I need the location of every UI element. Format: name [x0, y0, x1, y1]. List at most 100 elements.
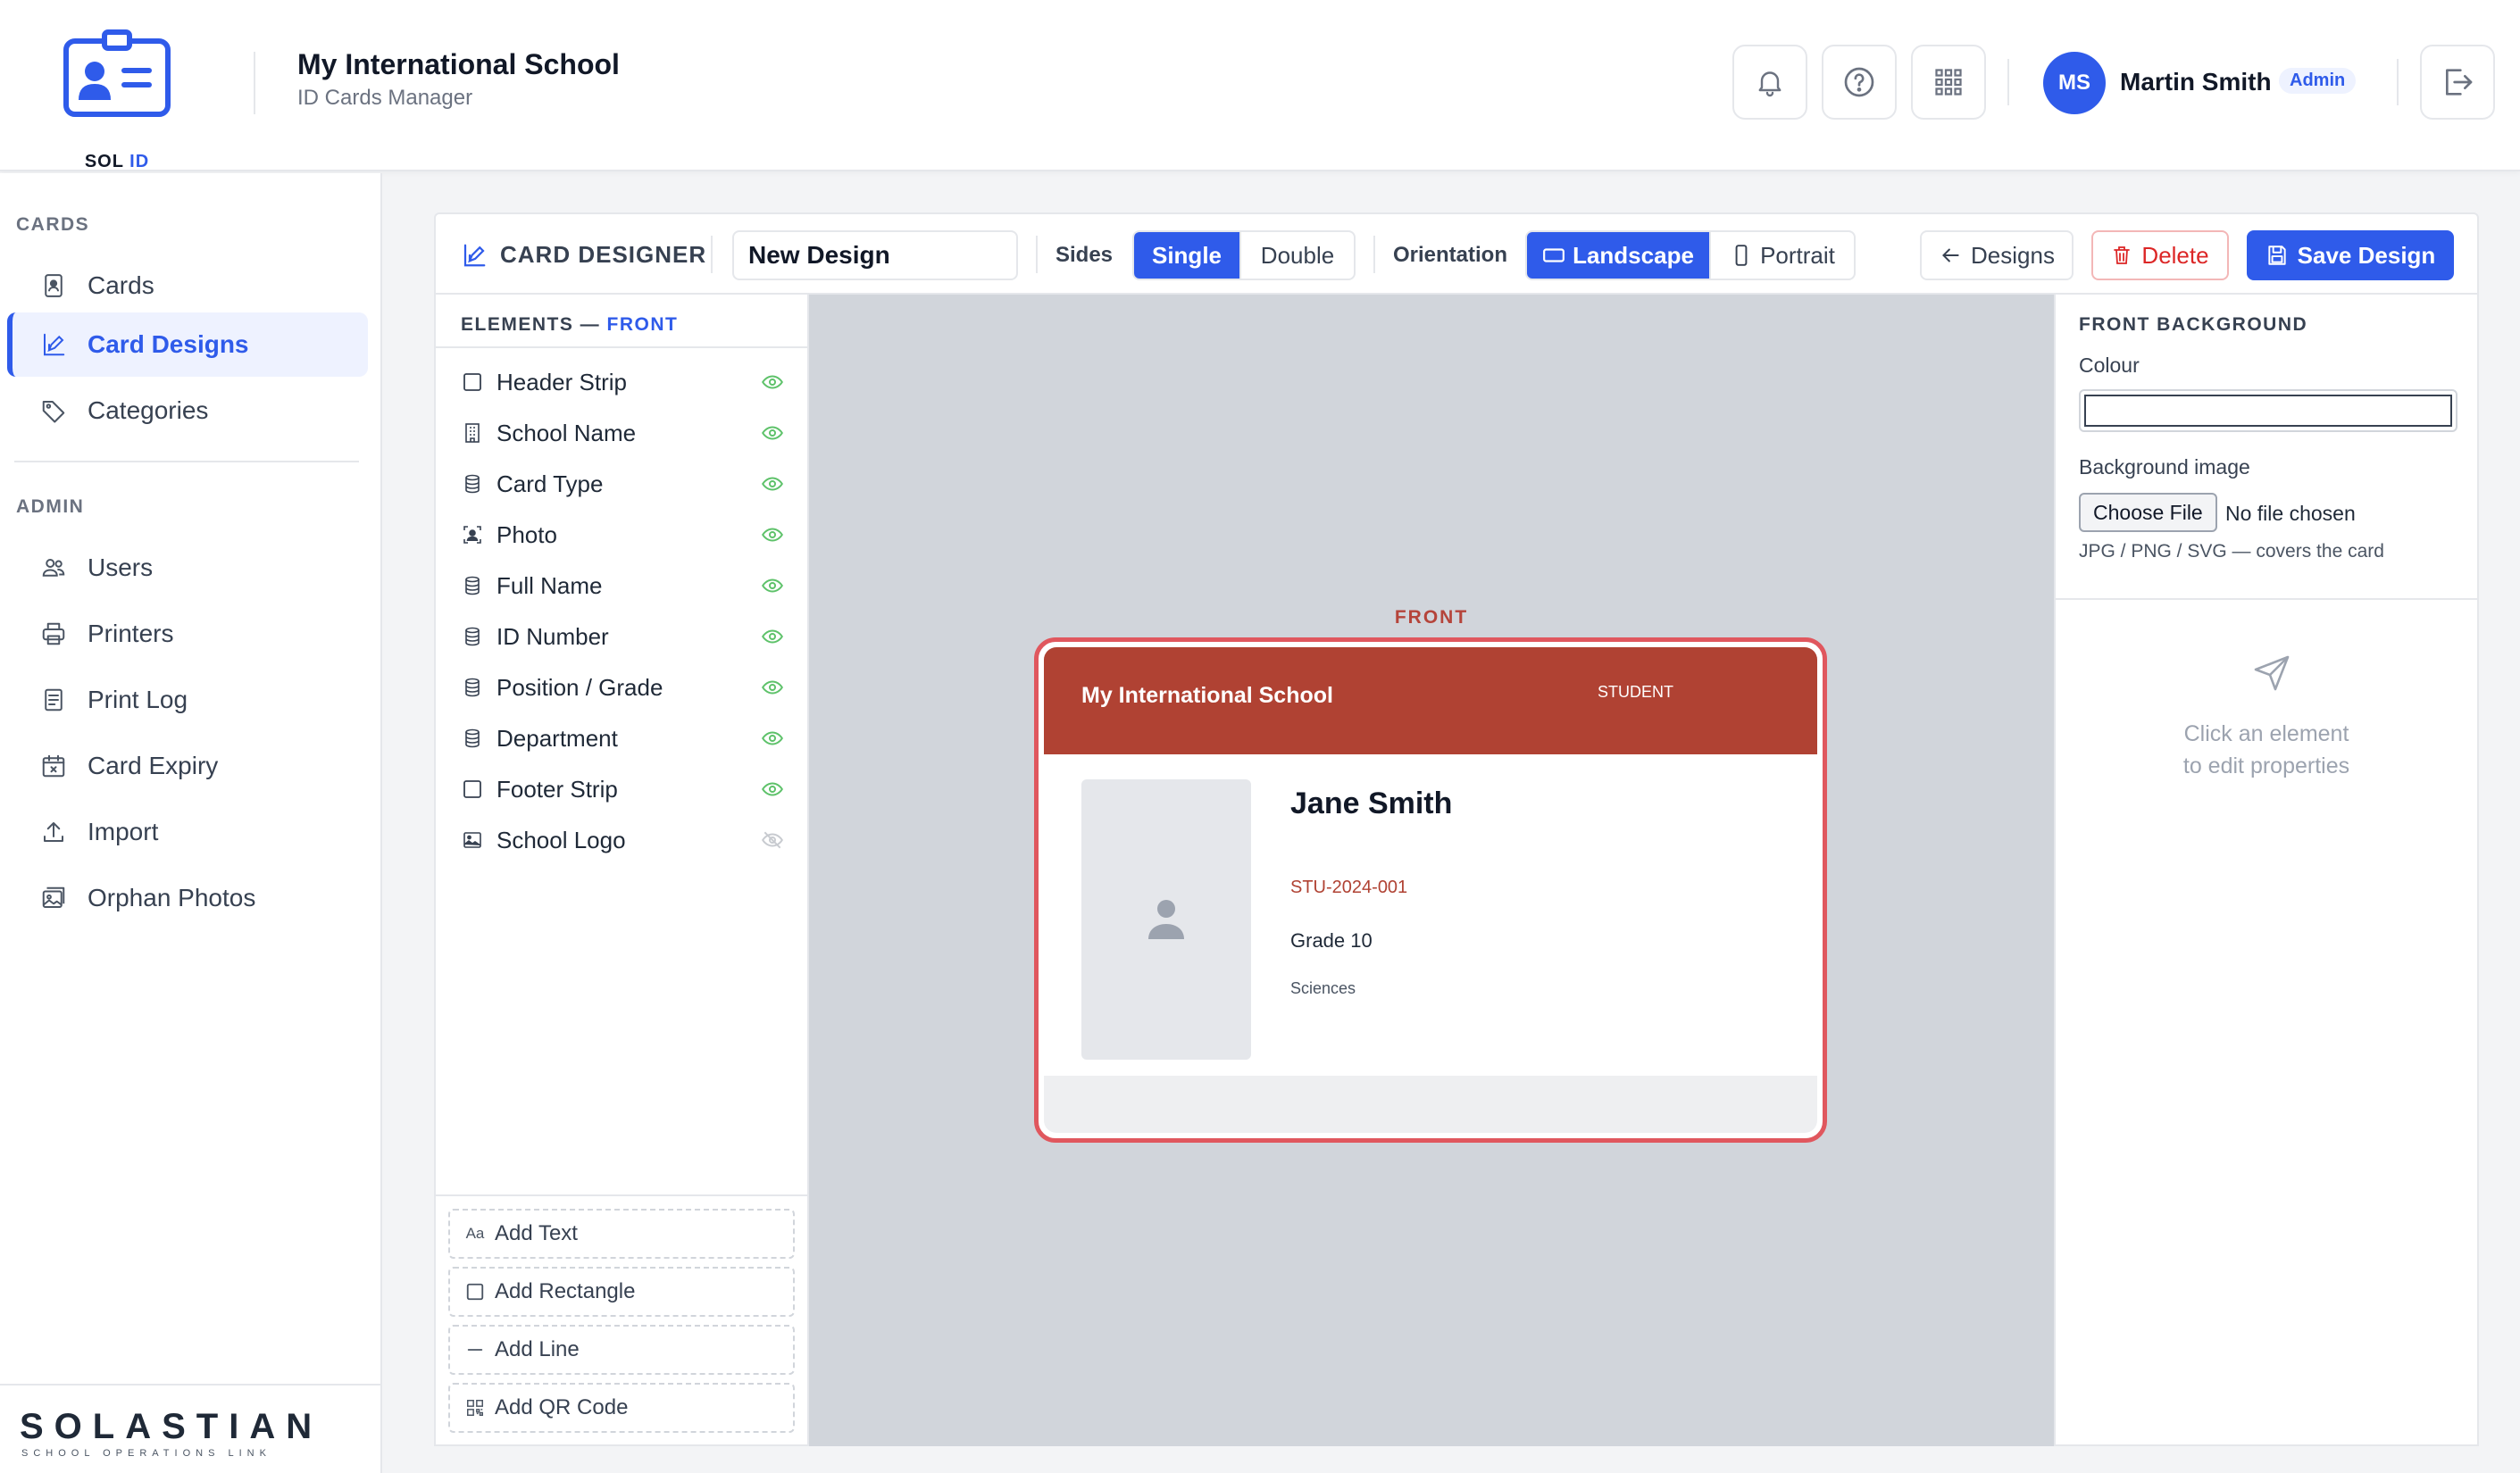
sidebar-item-card-designs[interactable]: Card Designs: [7, 312, 368, 377]
sidebar-item-users[interactable]: Users: [7, 536, 368, 600]
add-text-button[interactable]: Aa Add Text: [448, 1209, 795, 1259]
database-icon: [461, 676, 484, 699]
sidebar-item-card-expiry[interactable]: Card Expiry: [7, 734, 368, 798]
properties-divider: [2056, 598, 2477, 600]
apps-button[interactable]: [1911, 45, 1986, 120]
logout-button[interactable]: [2420, 45, 2495, 120]
help-button[interactable]: [1822, 45, 1897, 120]
sidebar-item-label: Cards: [88, 271, 154, 299]
app-logo[interactable]: SOL ID: [52, 21, 182, 171]
visibility-eye-icon[interactable]: [761, 574, 784, 597]
card-school-name[interactable]: My International School: [1081, 683, 1333, 709]
design-name-input[interactable]: [732, 230, 1018, 280]
sidebar-item-label: Card Designs: [88, 330, 249, 358]
database-icon: [461, 727, 484, 750]
designs-button[interactable]: Designs: [1920, 230, 2074, 280]
calendar-x-icon: [38, 750, 70, 782]
design-canvas[interactable]: FRONT My International School STUDENT Ja…: [809, 295, 2054, 1446]
notifications-button[interactable]: [1732, 45, 1807, 120]
trash-icon: [2114, 246, 2131, 264]
photo-portrait-icon: [461, 523, 484, 546]
elements-heading-divider: [436, 346, 807, 348]
sidebar-item-import[interactable]: Import: [7, 800, 368, 864]
element-row-school-name[interactable]: School Name: [461, 415, 784, 451]
design-icon: [461, 242, 488, 269]
landscape-icon: [1543, 248, 1565, 262]
visibility-eye-icon[interactable]: [761, 778, 784, 801]
sidebar-item-printers[interactable]: Printers: [7, 602, 368, 666]
sidebar-item-print-log[interactable]: Print Log: [7, 668, 368, 732]
colour-swatch-fill: [2084, 395, 2452, 427]
sidebar-item-label: Import: [88, 818, 159, 845]
visibility-eye-icon[interactable]: [761, 370, 784, 394]
add-line-button[interactable]: Add Line: [448, 1325, 795, 1375]
visibility-eye-icon[interactable]: [761, 523, 784, 546]
orientation-label: Orientation: [1393, 243, 1508, 267]
brand-wordmark: SOLASTIAN: [20, 1407, 323, 1446]
element-row-id-number[interactable]: ID Number: [461, 619, 784, 654]
help-icon: [1844, 67, 1874, 97]
visibility-eye-icon[interactable]: [761, 676, 784, 699]
choose-file-button[interactable]: Choose File: [2079, 493, 2217, 532]
properties-panel: FRONT BACKGROUND Colour Background image…: [2054, 295, 2479, 1446]
database-icon: [461, 472, 484, 495]
element-row-full-name[interactable]: Full Name: [461, 568, 784, 603]
card-preview[interactable]: My International School STUDENT Jane Smi…: [1044, 647, 1817, 1133]
element-row-school-logo[interactable]: School Logo: [461, 822, 784, 858]
card-id-number[interactable]: STU-2024-001: [1290, 878, 1407, 898]
elements-panel: ELEMENTS — FRONT Header Strip School Nam…: [434, 295, 809, 1446]
app-header: SOL ID My International School ID Cards …: [0, 0, 2520, 171]
element-row-position-grade[interactable]: Position / Grade: [461, 670, 784, 705]
apps-grid-icon: [1935, 69, 1962, 96]
user-avatar[interactable]: MS: [2043, 52, 2106, 114]
qr-code-icon: [464, 1397, 486, 1419]
save-icon: [2268, 246, 2286, 265]
visibility-off-icon[interactable]: [761, 828, 784, 852]
rectangle-icon: [461, 778, 484, 801]
rectangle-icon: [461, 370, 484, 394]
log-icon: [38, 684, 70, 716]
sides-double-button[interactable]: Double: [1239, 232, 1354, 279]
element-row-photo[interactable]: Photo: [461, 517, 784, 553]
card-type-label[interactable]: STUDENT: [1598, 683, 1673, 702]
colour-picker[interactable]: [2079, 389, 2457, 432]
elements-footer-divider: [436, 1194, 807, 1196]
card-preview-selection[interactable]: My International School STUDENT Jane Smi…: [1034, 637, 1827, 1143]
header-divider: [2007, 59, 2009, 105]
card-photo-placeholder[interactable]: [1081, 779, 1251, 1060]
add-qr-code-button[interactable]: Add QR Code: [448, 1383, 795, 1433]
elements-heading: ELEMENTS — FRONT: [461, 314, 679, 335]
sidebar-footer-divider: [0, 1384, 382, 1386]
sides-toggle: Single Double: [1132, 230, 1356, 280]
save-design-button[interactable]: Save Design: [2247, 230, 2454, 280]
card-full-name[interactable]: Jane Smith: [1290, 786, 1452, 821]
add-rectangle-button[interactable]: Add Rectangle: [448, 1267, 795, 1317]
sidebar-divider: [14, 461, 359, 462]
visibility-eye-icon[interactable]: [761, 727, 784, 750]
header-divider: [2397, 59, 2399, 105]
element-row-department[interactable]: Department: [461, 720, 784, 756]
element-row-card-type[interactable]: Card Type: [461, 466, 784, 502]
element-row-footer-strip[interactable]: Footer Strip: [461, 771, 784, 807]
card-department[interactable]: Sciences: [1290, 979, 1356, 998]
orientation-landscape-button[interactable]: Landscape: [1527, 232, 1709, 279]
database-icon: [461, 625, 484, 648]
sidebar-item-orphan-photos[interactable]: Orphan Photos: [7, 866, 368, 930]
photos-icon: [38, 882, 70, 914]
file-status: No file chosen: [2225, 502, 2356, 525]
delete-button[interactable]: Delete: [2091, 230, 2229, 280]
school-title: My International School: [297, 48, 620, 80]
element-row-header-strip[interactable]: Header Strip: [461, 364, 784, 400]
visibility-eye-icon[interactable]: [761, 421, 784, 445]
toolbar-divider: [1373, 236, 1375, 273]
text-icon: Aa: [465, 1225, 485, 1242]
visibility-eye-icon[interactable]: [761, 625, 784, 648]
sidebar-item-categories[interactable]: Categories: [7, 379, 368, 443]
sides-single-button[interactable]: Single: [1134, 232, 1239, 279]
empty-properties-hint: Click an element to edit properties: [2182, 721, 2350, 778]
card-grade[interactable]: Grade 10: [1290, 929, 1373, 953]
sidebar-item-label: Categories: [88, 396, 209, 424]
sidebar-item-cards[interactable]: Cards: [7, 254, 368, 318]
visibility-eye-icon[interactable]: [761, 472, 784, 495]
orientation-portrait-button[interactable]: Portrait: [1709, 232, 1854, 279]
